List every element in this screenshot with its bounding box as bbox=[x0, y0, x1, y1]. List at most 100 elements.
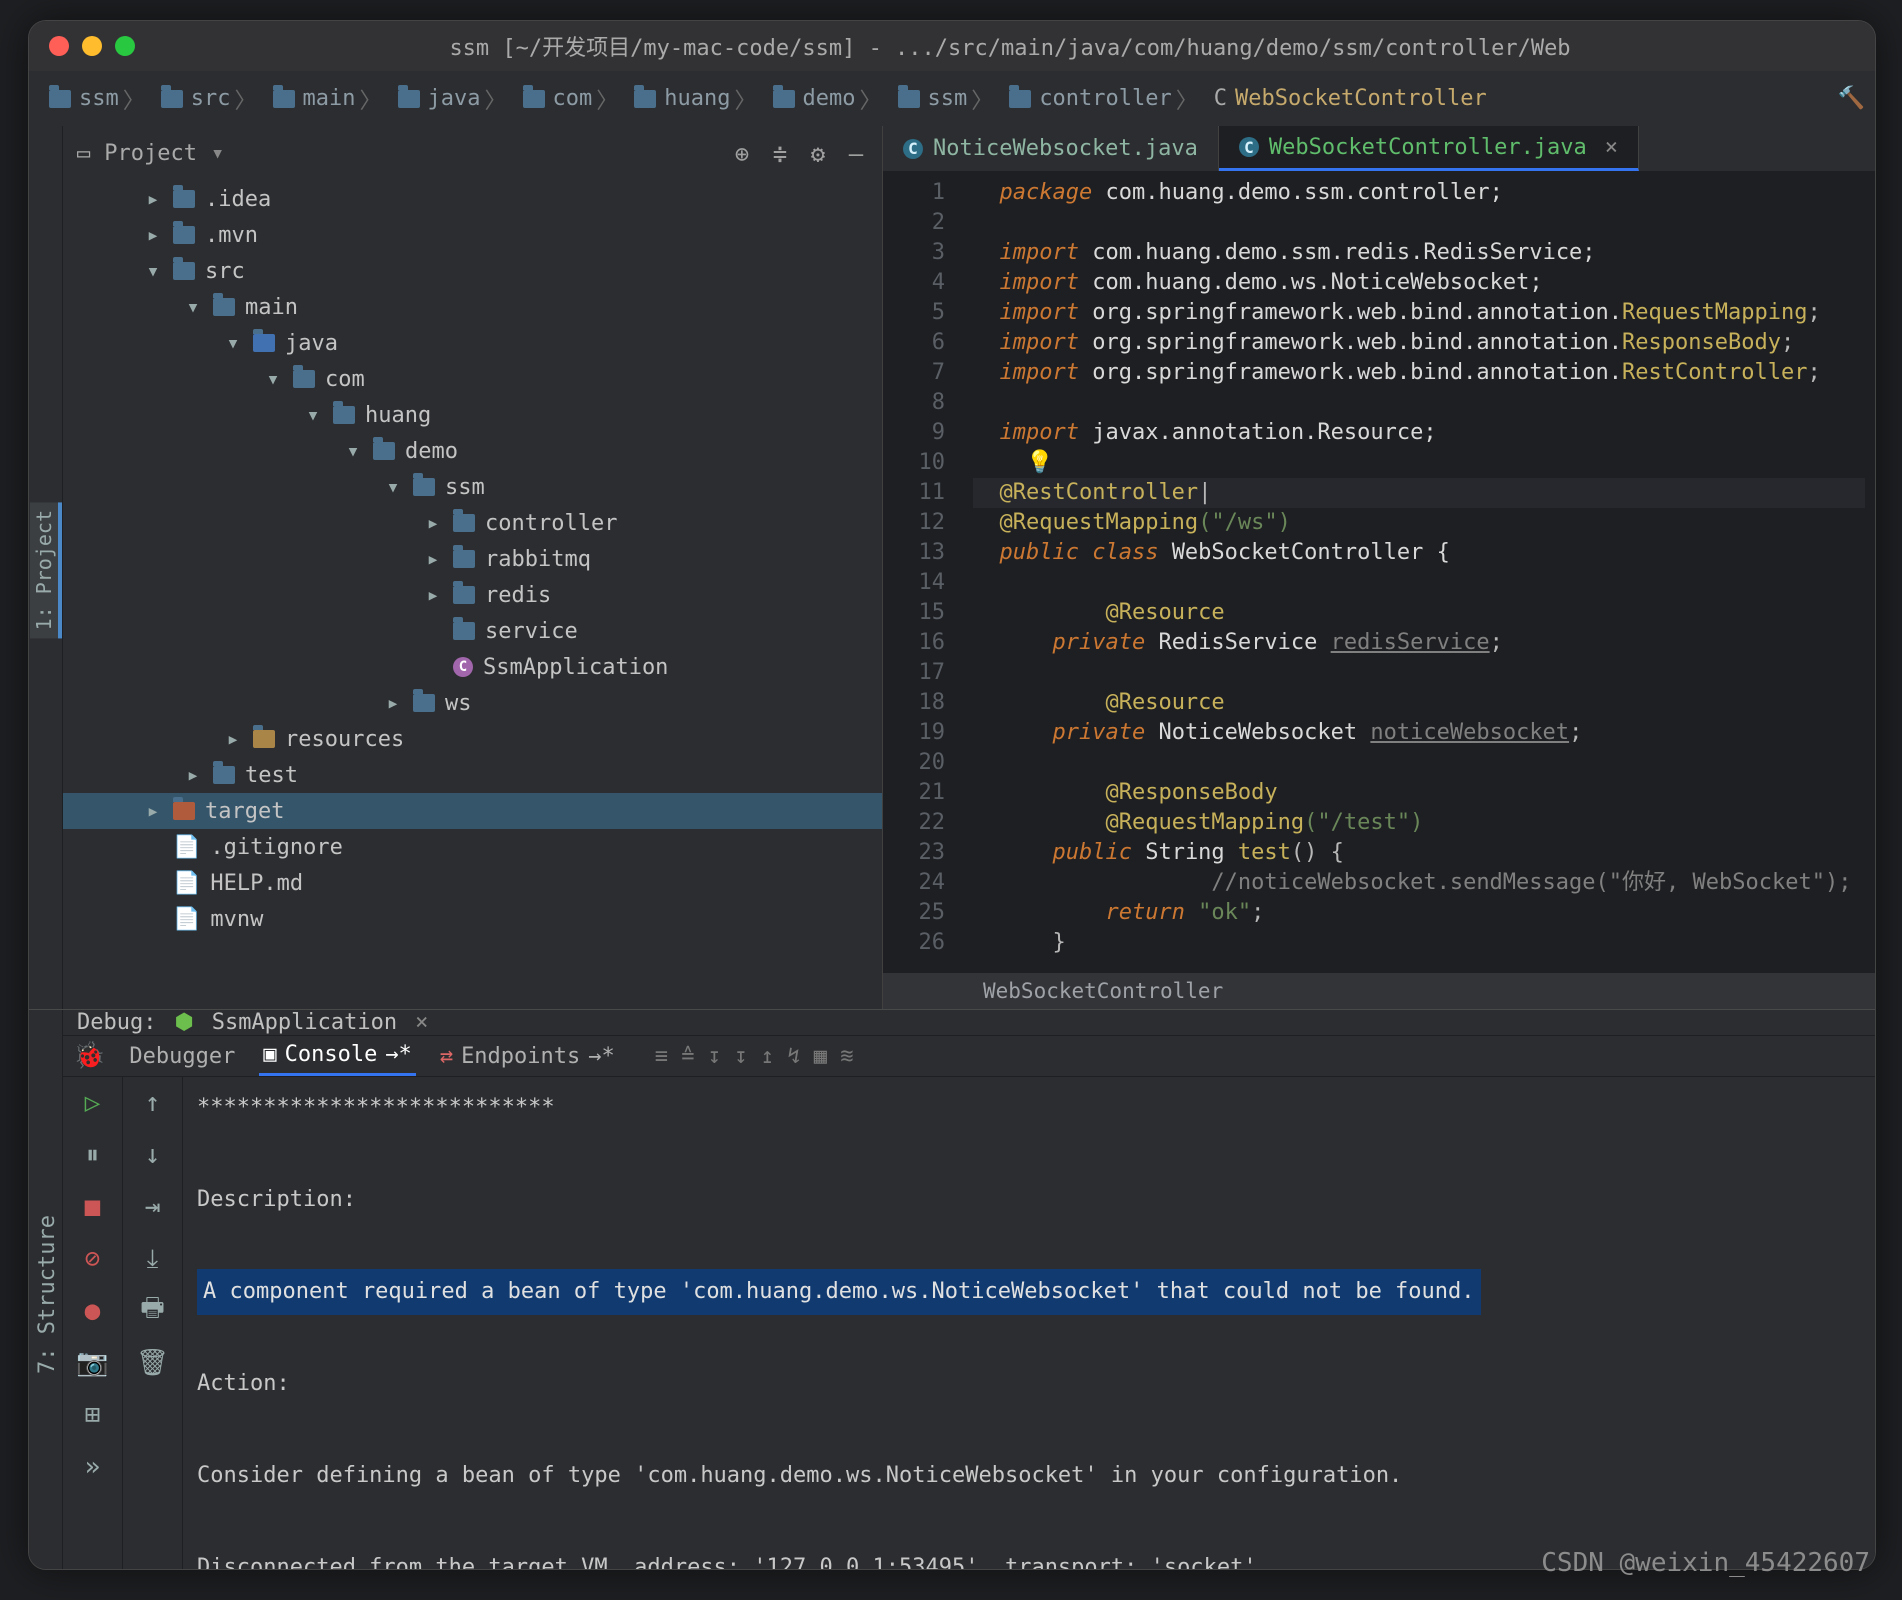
file-icon: 📄 bbox=[173, 907, 200, 932]
crumb-java[interactable]: java 〉 bbox=[388, 83, 513, 115]
tree-ssm[interactable]: ▾ssm bbox=[63, 469, 882, 505]
up-icon[interactable]: ↑ bbox=[137, 1087, 169, 1119]
tree-ws[interactable]: ▸ws bbox=[63, 685, 882, 721]
console-icon: ▣ bbox=[263, 1042, 276, 1067]
tab-endpoints[interactable]: ⇄Endpoints →* bbox=[436, 1038, 619, 1075]
project-header-label[interactable]: Project bbox=[104, 141, 197, 166]
tree-gitignore[interactable]: 📄.gitignore bbox=[63, 829, 882, 865]
folder-icon bbox=[253, 334, 275, 352]
tree-test[interactable]: ▸test bbox=[63, 757, 882, 793]
tree-demo[interactable]: ▾demo bbox=[63, 433, 882, 469]
folder-icon bbox=[253, 730, 275, 748]
crumb-ssm2[interactable]: ssm 〉 bbox=[888, 83, 1000, 115]
crumb-controller[interactable]: controller 〉 bbox=[999, 83, 1203, 115]
crumb-main[interactable]: main 〉 bbox=[263, 83, 388, 115]
tree-main[interactable]: ▾main bbox=[63, 289, 882, 325]
folder-icon bbox=[213, 766, 235, 784]
scroll-icon[interactable]: ⤓ bbox=[137, 1243, 169, 1275]
debug-title: Debug: ⬢ SsmApplication × bbox=[63, 1010, 1875, 1036]
project-tree[interactable]: ▸.idea ▸.mvn ▾src ▾main ▾java ▾com ▾huan… bbox=[63, 181, 882, 1009]
build-icon[interactable]: 🔨 bbox=[1838, 86, 1865, 111]
debug-main: Debug: ⬢ SsmApplication × 🐞 Debugger ▣Co… bbox=[63, 1010, 1875, 1569]
code-text[interactable]: package package com.huang.demo.ssm.contr… bbox=[963, 172, 1875, 973]
expand-icon[interactable]: ≑ bbox=[768, 142, 792, 166]
folder-icon bbox=[453, 514, 475, 532]
tree-idea[interactable]: ▸.idea bbox=[63, 181, 882, 217]
bp-icon[interactable]: ● bbox=[77, 1295, 109, 1327]
folder-icon bbox=[453, 550, 475, 568]
tree-redis[interactable]: ▸redis bbox=[63, 577, 882, 613]
folder-icon bbox=[773, 90, 795, 108]
camera-icon[interactable]: 📷 bbox=[77, 1347, 109, 1379]
project-panel: ▭ Project ▾ ⊕ ≑ ⚙ — ▸.idea ▸.mvn ▾src ▾m… bbox=[63, 126, 883, 1009]
console-output[interactable]: *************************** Description:… bbox=[183, 1077, 1875, 1570]
tree-controller[interactable]: ▸controller bbox=[63, 505, 882, 541]
folder-icon bbox=[523, 90, 545, 108]
tree-java[interactable]: ▾java bbox=[63, 325, 882, 361]
folder-icon bbox=[373, 442, 395, 460]
folder-icon bbox=[293, 370, 315, 388]
stop-icon[interactable]: ■ bbox=[77, 1191, 109, 1223]
trash-icon[interactable]: 🗑 bbox=[137, 1347, 169, 1379]
more-icon[interactable]: » bbox=[77, 1451, 109, 1483]
left-toolstrip: 1: Project bbox=[29, 126, 63, 1009]
crumb-demo[interactable]: demo 〉 bbox=[763, 83, 888, 115]
tool-structure[interactable]: 7: Structure bbox=[33, 1209, 62, 1380]
tree-mvn[interactable]: ▸.mvn bbox=[63, 217, 882, 253]
code-area[interactable]: 1234567891011121314151617181920212223242… bbox=[883, 172, 1875, 973]
crumb-com[interactable]: com 〉 bbox=[513, 83, 625, 115]
tree-service[interactable]: service bbox=[63, 613, 882, 649]
tree-resources[interactable]: ▸resources bbox=[63, 721, 882, 757]
tree-com[interactable]: ▾com bbox=[63, 361, 882, 397]
print-icon[interactable]: 🖶 bbox=[137, 1295, 169, 1327]
layout-icon[interactable]: ⊞ bbox=[77, 1399, 109, 1431]
tree-huang[interactable]: ▾huang bbox=[63, 397, 882, 433]
mute-bp-icon[interactable]: ⊘ bbox=[77, 1243, 109, 1275]
tab-console[interactable]: ▣Console →* bbox=[259, 1036, 415, 1076]
class-icon: C bbox=[903, 139, 923, 159]
tree-rabbitmq[interactable]: ▸rabbitmq bbox=[63, 541, 882, 577]
folder-icon bbox=[898, 90, 920, 108]
run-config-icon: ⬢ bbox=[174, 1010, 193, 1035]
resume-icon[interactable]: ▷ bbox=[77, 1087, 109, 1119]
rerun-icon[interactable]: 🐞 bbox=[73, 1041, 105, 1071]
folder-icon bbox=[333, 406, 355, 424]
file-icon: 📄 bbox=[173, 835, 200, 860]
error-line: A component required a bean of type 'com… bbox=[197, 1269, 1481, 1315]
folder-icon bbox=[161, 90, 183, 108]
close-debug-icon[interactable]: × bbox=[415, 1010, 428, 1035]
tree-help[interactable]: 📄HELP.md bbox=[63, 865, 882, 901]
hide-icon[interactable]: — bbox=[844, 142, 868, 166]
crumb-ssm[interactable]: ssm 〉 bbox=[39, 83, 151, 115]
editor-tabs: CNoticeWebsocket.java CWebSocketControll… bbox=[883, 126, 1875, 172]
folder-icon bbox=[413, 694, 435, 712]
tab-websocketcontroller[interactable]: CWebSocketController.java× bbox=[1219, 126, 1639, 171]
folder-icon bbox=[413, 478, 435, 496]
project-view-icon[interactable]: ▭ bbox=[77, 141, 90, 166]
minimize-button[interactable] bbox=[82, 36, 102, 56]
debug-app-name[interactable]: SsmApplication bbox=[212, 1010, 397, 1035]
maximize-button[interactable] bbox=[115, 36, 135, 56]
project-header: ▭ Project ▾ ⊕ ≑ ⚙ — bbox=[63, 126, 882, 181]
pause-icon[interactable]: ⏸ bbox=[77, 1139, 109, 1171]
tree-mvnw[interactable]: 📄mvnw bbox=[63, 901, 882, 937]
tab-debugger[interactable]: Debugger bbox=[125, 1038, 239, 1075]
close-tab-icon[interactable]: × bbox=[1605, 135, 1618, 160]
crumb-src[interactable]: src 〉 bbox=[151, 83, 263, 115]
down-icon[interactable]: ↓ bbox=[137, 1139, 169, 1171]
dropdown-icon[interactable]: ▾ bbox=[211, 141, 224, 166]
crumb-class[interactable]: C WebSocketController bbox=[1204, 86, 1497, 111]
debug-tabs: 🐞 Debugger ▣Console →* ⇄Endpoints →* ≡ ≙… bbox=[63, 1036, 1875, 1077]
tree-src[interactable]: ▾src bbox=[63, 253, 882, 289]
tree-ssmapp[interactable]: CSsmApplication bbox=[63, 649, 882, 685]
tool-project[interactable]: 1: Project bbox=[30, 502, 62, 638]
settings-icon[interactable]: ⚙ bbox=[806, 142, 830, 166]
titlebar: ssm [~/开发项目/my-mac-code/ssm] - .../src/m… bbox=[29, 21, 1875, 71]
crumb-huang[interactable]: huang 〉 bbox=[624, 83, 762, 115]
tree-target[interactable]: ▸target bbox=[63, 793, 882, 829]
select-open-icon[interactable]: ⊕ bbox=[730, 142, 754, 166]
tab-noticewebsocket[interactable]: CNoticeWebsocket.java bbox=[883, 126, 1219, 171]
wrap-icon[interactable]: ⇥ bbox=[137, 1191, 169, 1223]
close-button[interactable] bbox=[49, 36, 69, 56]
folder-icon bbox=[173, 226, 195, 244]
